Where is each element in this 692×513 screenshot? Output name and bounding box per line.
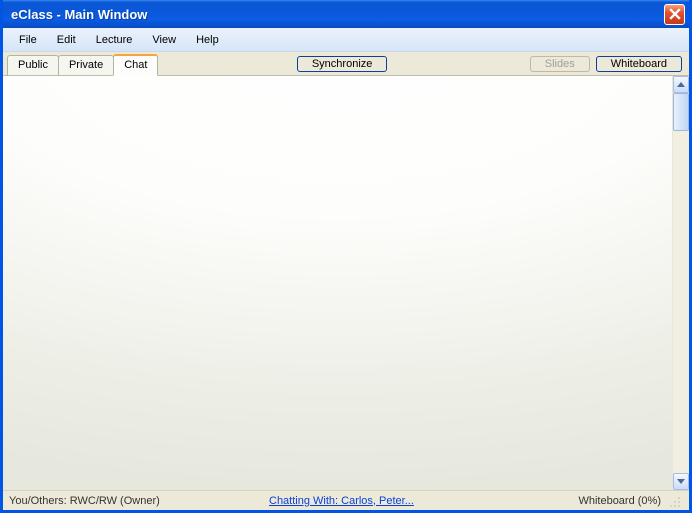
synchronize-button[interactable]: Synchronize [297, 56, 388, 72]
titlebar[interactable]: eClass - Main Window [3, 0, 689, 28]
chevron-down-icon [677, 479, 685, 484]
menu-lecture[interactable]: Lecture [86, 31, 143, 49]
scroll-track[interactable] [673, 93, 689, 473]
chatting-with-link[interactable]: Chatting With: Carlos, Peter... [269, 495, 414, 507]
main-window: eClass - Main Window File Edit Lecture V… [0, 0, 692, 513]
status-whiteboard-progress: Whiteboard (0%) [545, 495, 665, 507]
status-chatting-with: Chatting With: Carlos, Peter... [269, 495, 545, 507]
menubar: File Edit Lecture View Help [3, 28, 689, 52]
whiteboard-button[interactable]: Whiteboard [596, 56, 682, 72]
vertical-scrollbar[interactable] [672, 76, 689, 490]
menu-help[interactable]: Help [186, 31, 229, 49]
menu-edit[interactable]: Edit [47, 31, 86, 49]
window-title: eClass - Main Window [11, 7, 664, 22]
slides-button[interactable]: Slides [530, 56, 590, 72]
tab-private[interactable]: Private [58, 55, 114, 76]
statusbar: You/Others: RWC/RW (Owner) Chatting With… [3, 490, 689, 510]
menu-view[interactable]: View [142, 31, 186, 49]
tab-chat[interactable]: Chat [113, 54, 158, 76]
content-wrap [3, 76, 689, 490]
scroll-up-button[interactable] [673, 76, 689, 93]
scroll-down-button[interactable] [673, 473, 689, 490]
chat-area[interactable] [3, 76, 672, 490]
tab-strip: Public Private Chat [7, 52, 157, 75]
close-icon [669, 8, 681, 20]
toolbar: Public Private Chat Synchronize Slides W… [3, 52, 689, 76]
chevron-up-icon [677, 82, 685, 87]
close-button[interactable] [664, 4, 685, 25]
status-permissions: You/Others: RWC/RW (Owner) [9, 495, 269, 507]
tab-public[interactable]: Public [7, 55, 59, 76]
menu-file[interactable]: File [9, 31, 47, 49]
resize-grip[interactable] [669, 494, 683, 508]
scroll-thumb[interactable] [673, 93, 689, 131]
